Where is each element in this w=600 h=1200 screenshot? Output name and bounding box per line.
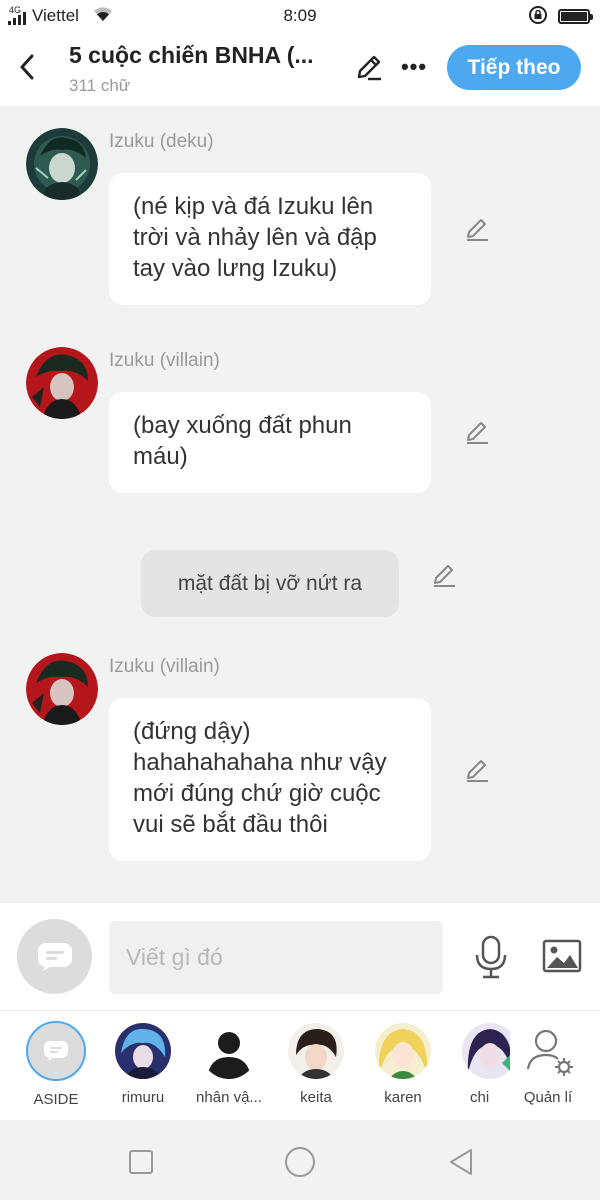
image-button[interactable]: [542, 939, 582, 978]
square-icon: [129, 1150, 153, 1174]
home-button[interactable]: [282, 1144, 318, 1180]
clock: 8:09: [283, 6, 317, 25]
character-chi[interactable]: chi: [450, 1023, 510, 1106]
character-label: ASIDE: [33, 1091, 79, 1108]
avatar-izuku-villain[interactable]: [26, 653, 98, 725]
pencil-icon: [434, 565, 455, 587]
avatar-izuku-villain[interactable]: [26, 347, 98, 419]
character-label: keita: [300, 1089, 332, 1106]
next-button[interactable]: Tiếp theo: [447, 45, 581, 90]
message-composer: Viết gì đó: [0, 902, 600, 1010]
status-bar: 4G Viettel 8:09: [0, 0, 600, 34]
character-keita[interactable]: keita: [276, 1023, 356, 1106]
edit-title-button[interactable]: [353, 51, 385, 83]
narration-bubble[interactable]: mặt đất bị vỡ nứt ra: [141, 550, 399, 617]
app-header: 5 cuộc chiến BNHA (... 311 chữ ••• Tiếp …: [0, 34, 600, 106]
character-npc[interactable]: nhân vậ...: [189, 1023, 269, 1106]
character-label: karen: [384, 1089, 422, 1106]
more-options-button[interactable]: •••: [398, 51, 430, 83]
chevron-left-icon: [20, 54, 34, 80]
back-button[interactable]: [12, 50, 42, 84]
edit-message-button[interactable]: [462, 756, 492, 786]
message-input-placeholder: Viết gì đó: [126, 944, 223, 970]
aside-toggle-button[interactable]: [17, 919, 92, 994]
avatar: [462, 1023, 510, 1079]
system-back-button[interactable]: [443, 1144, 479, 1180]
avatar: [288, 1023, 344, 1079]
word-count: 311 chữ: [69, 76, 131, 95]
chat-bubble-icon: [37, 942, 72, 971]
microphone-button[interactable]: [473, 935, 509, 984]
message-bubble[interactable]: (đứng dậy) hahahahahaha như vậy mới đúng…: [109, 698, 431, 861]
circle-icon: [285, 1147, 315, 1177]
character-label: nhân vậ...: [196, 1089, 262, 1106]
recent-apps-button[interactable]: [123, 1144, 159, 1180]
aside-avatar: [26, 1021, 86, 1081]
system-navigation-bar: [0, 1120, 600, 1200]
more-icon: •••: [400, 54, 428, 79]
pencil-icon: [467, 219, 488, 241]
message-input[interactable]: Viết gì đó: [109, 921, 443, 994]
avatar-izuku-deku[interactable]: [26, 128, 98, 200]
edit-message-button[interactable]: [462, 418, 492, 448]
story-title[interactable]: 5 cuộc chiến BNHA (...: [69, 42, 314, 69]
sender-name: Izuku (deku): [109, 131, 214, 152]
edit-narration-button[interactable]: [429, 561, 459, 591]
sender-name: Izuku (villain): [109, 656, 220, 677]
edit-message-button[interactable]: [462, 215, 492, 245]
sender-name: Izuku (villain): [109, 350, 220, 371]
chat-bubble-icon: [44, 1041, 68, 1061]
manage-characters-button[interactable]: Quản lí: [508, 1023, 588, 1106]
pencil-icon: [467, 760, 488, 782]
avatar: [201, 1023, 257, 1079]
character-label: Quản lí: [523, 1089, 573, 1106]
character-label: rimuru: [121, 1089, 165, 1106]
battery-icon: [558, 9, 593, 24]
character-selector: ASIDE rimuru nhân vậ... keita karen chi: [0, 1010, 600, 1120]
avatar: [115, 1023, 171, 1079]
triangle-back-icon: [450, 1149, 472, 1175]
message-bubble[interactable]: (né kịp và đá Izuku lên trời và nhảy lên…: [109, 173, 431, 305]
pencil-icon: [467, 422, 488, 444]
image-icon: [542, 939, 582, 973]
avatar: [375, 1023, 431, 1079]
character-label: chi: [470, 1089, 490, 1106]
microphone-icon: [475, 935, 507, 979]
character-rimuru[interactable]: rimuru: [103, 1023, 183, 1106]
character-aside[interactable]: ASIDE: [16, 1021, 96, 1108]
message-bubble[interactable]: (bay xuống đất phun máu): [109, 392, 431, 493]
character-karen[interactable]: karen: [363, 1023, 443, 1106]
rotation-lock-icon: [528, 5, 548, 30]
pencil-icon: [357, 55, 381, 81]
manage-users-icon: [520, 1023, 576, 1079]
